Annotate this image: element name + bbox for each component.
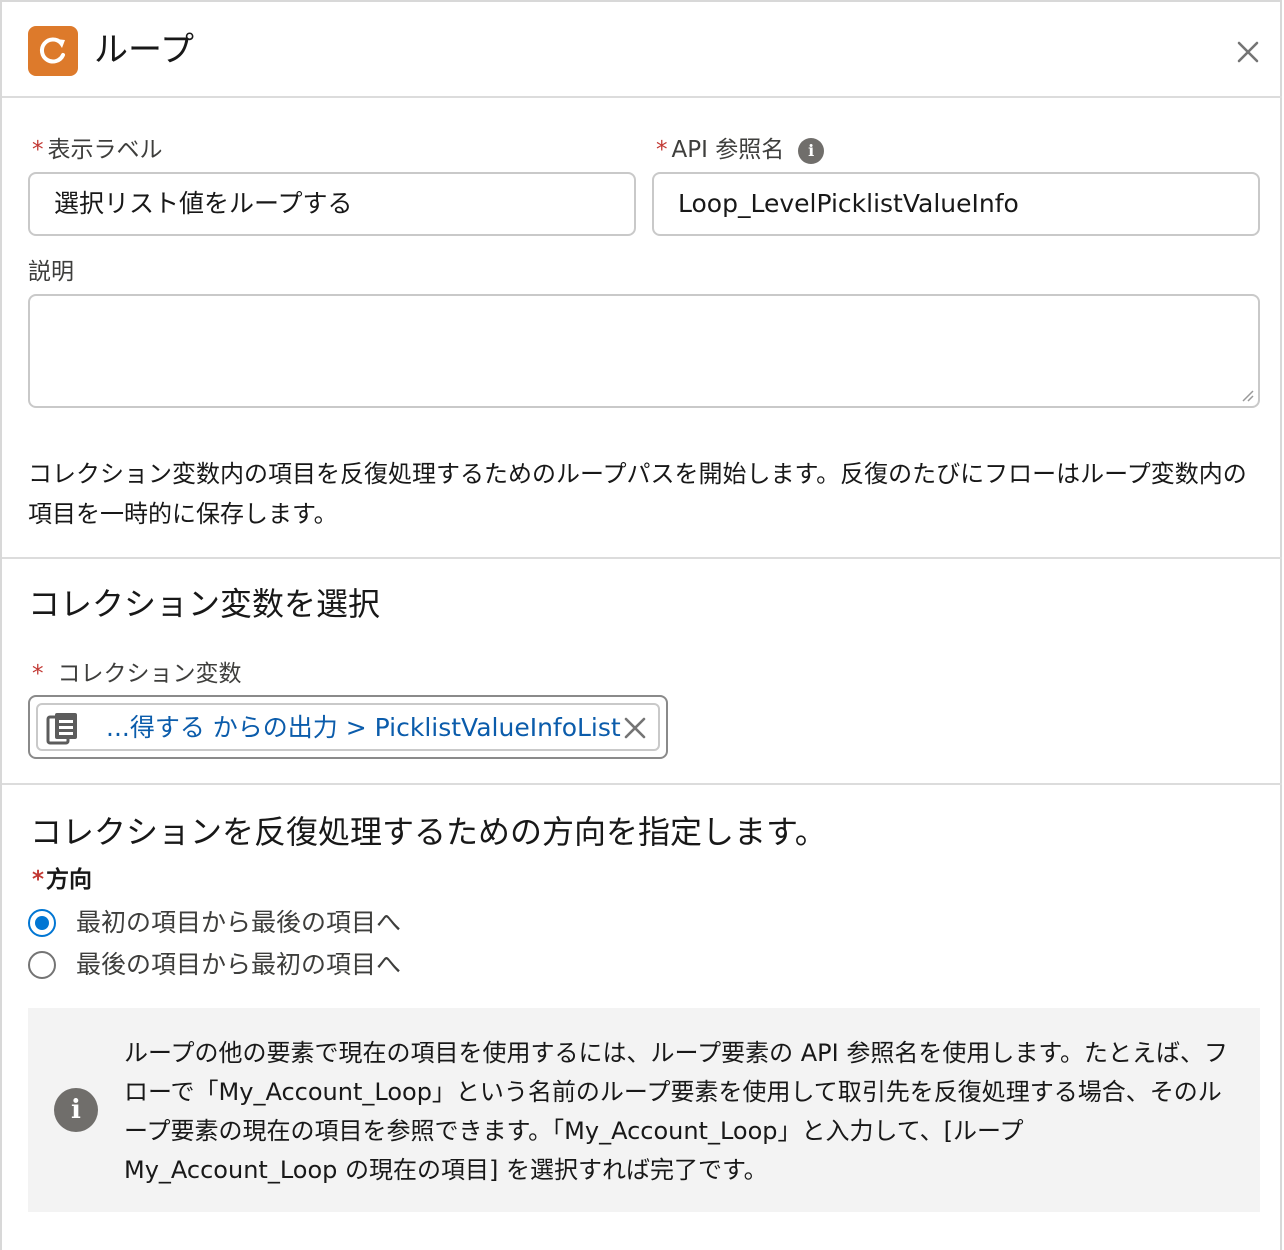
api-name-label: * API 参照名 i <box>656 136 825 164</box>
info-box-text: ループの他の要素で現在の項目を使用するには、ループ要素の API 参照名を使用し… <box>124 1039 1228 1184</box>
display-label-value: 選択リスト値をループする <box>54 189 353 218</box>
direction-section-title: コレクションを反復処理するための方向を指定します。 <box>30 813 827 851</box>
description-textarea[interactable] <box>28 294 1260 408</box>
radio-button[interactable] <box>28 951 56 979</box>
info-icon: i <box>54 1088 98 1132</box>
info-icon[interactable]: i <box>798 137 825 164</box>
description-label: 説明 <box>28 259 74 285</box>
radio-dot <box>35 916 49 930</box>
required-mark: * <box>656 137 668 163</box>
remove-pill-icon[interactable] <box>620 713 650 743</box>
info-box: i ループの他の要素で現在の項目を使用するには、ループ要素の API 参照名を使… <box>28 1008 1260 1212</box>
section-divider <box>2 783 1282 785</box>
radio-last-to-first[interactable]: 最後の項目から最初の項目へ <box>28 950 401 980</box>
display-label-input[interactable]: 選択リスト値をループする <box>28 172 636 236</box>
radio-label: 最後の項目から最初の項目へ <box>76 950 402 979</box>
collection-variable-pill[interactable]: ...得する からの出力 > PicklistValueInfoList <box>36 703 660 751</box>
close-icon[interactable] <box>1228 32 1268 72</box>
api-name-value: Loop_LevelPicklistValueInfo <box>678 189 1019 218</box>
radio-button-checked[interactable] <box>28 909 56 937</box>
collection-variable-value[interactable]: ...得する からの出力 > PicklistValueInfoList <box>106 713 621 743</box>
required-mark: * <box>32 867 45 893</box>
display-label-label: * 表示ラベル <box>32 136 163 164</box>
radio-label: 最初の項目から最後の項目へ <box>76 908 402 937</box>
collection-icon <box>46 713 77 745</box>
collection-section-title: コレクション変数を選択 <box>28 585 381 623</box>
required-mark: * <box>32 137 44 163</box>
collection-variable-field[interactable]: ...得する からの出力 > PicklistValueInfoList <box>28 695 668 759</box>
direction-label: *方向 <box>32 866 92 894</box>
resize-handle-icon[interactable] <box>1240 388 1254 402</box>
api-name-text: API 参照名 <box>671 137 785 163</box>
required-mark: * <box>32 661 44 687</box>
direction-label-text: 方向 <box>46 867 93 893</box>
modal-header: ループ <box>2 2 1282 98</box>
section-divider <box>2 557 1282 559</box>
loop-icon <box>28 26 78 76</box>
intro-text: コレクション変数内の項目を反復処理するためのループパスを開始します。反復のたびに… <box>28 460 1247 528</box>
display-label-text: 表示ラベル <box>47 137 163 163</box>
api-name-input[interactable]: Loop_LevelPicklistValueInfo <box>652 172 1260 236</box>
collection-variable-text: コレクション変数 <box>57 661 242 687</box>
radio-first-to-last[interactable]: 最初の項目から最後の項目へ <box>28 908 401 938</box>
modal-title: ループ <box>94 30 194 70</box>
collection-variable-label: * コレクション変数 <box>32 660 242 688</box>
